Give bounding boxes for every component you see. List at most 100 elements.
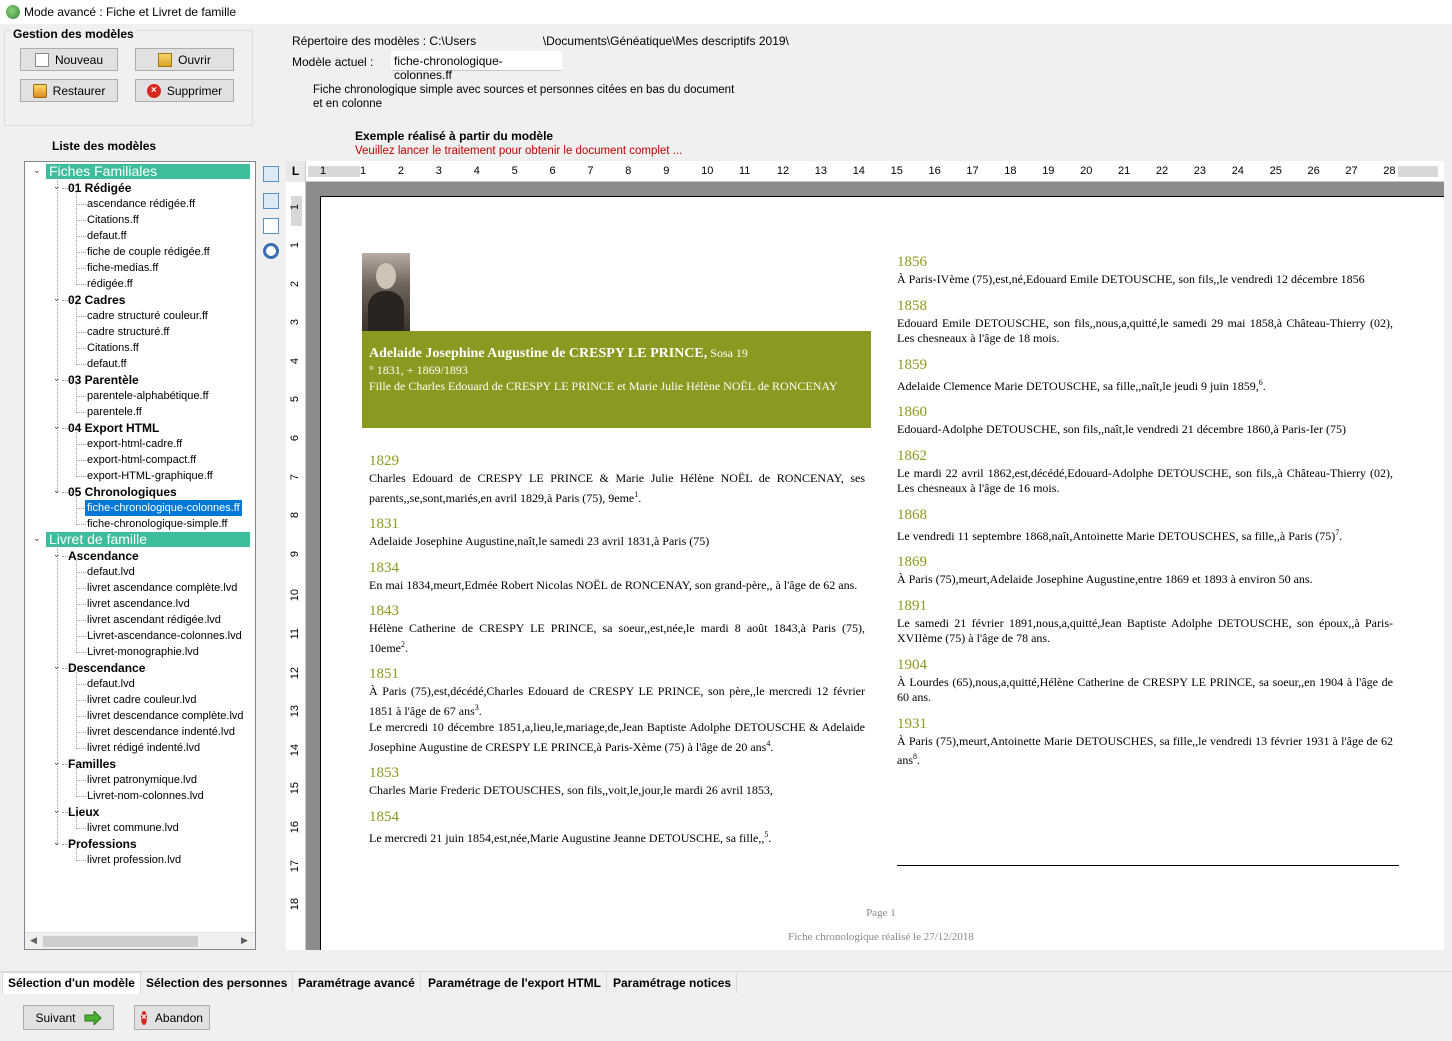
event-sentence: À Paris (75),est,décédé,Charles Edouard … [369,684,865,718]
supprimer-button[interactable]: × Supprimer [135,79,234,102]
tab-selection-modele[interactable]: Sélection d'un modèle [2,972,141,994]
expand-toggle-icon[interactable]: ⌄ [53,373,63,383]
expand-toggle-icon[interactable]: ⌄ [53,181,63,191]
event-end: . [405,640,408,655]
tree-connector [76,768,77,797]
tree-group[interactable]: Descendance [68,660,145,676]
tree-item[interactable]: parentele-alphabétique.ff [87,388,209,404]
ruler-tick: 27 [1345,165,1358,177]
expand-toggle-icon[interactable]: ⌄ [33,533,43,543]
suivant-button[interactable]: Suivant [23,1005,114,1030]
tab-selection-personnes[interactable]: Sélection des personnes [141,973,294,993]
document-preview[interactable]: Adelaide Josephine Augustine de CRESPY L… [306,182,1444,950]
tree-item[interactable]: livret descendance indenté.lvd [87,724,235,740]
tree-item[interactable]: fiche-medias.ff [87,260,158,276]
modele-label: Modèle actuel : [292,55,374,69]
tab-stop-selector[interactable]: L [286,161,306,182]
tree-item[interactable]: livret descendance complète.lvd [87,708,244,724]
tree-item[interactable]: defaut.ff [87,228,127,244]
tree-item[interactable]: export-HTML-graphique.ff [87,468,213,484]
tree-item[interactable]: cadre structuré.ff [87,324,169,340]
event-text: À Paris-IVème (75),est,né,Edouard Emile … [897,272,1393,288]
tree-item[interactable]: export-html-compact.ff [87,452,196,468]
tree-group[interactable]: 04 Export HTML [68,420,159,436]
tree-item[interactable]: Livret-ascendance-colonnes.lvd [87,628,242,644]
tree-item[interactable]: defaut.lvd [87,676,135,692]
event-text: À Paris (75),est,décédé,Charles Edouard … [369,684,865,719]
ouvrir-label: Ouvrir [178,52,211,67]
abandon-button[interactable]: × Abandon [134,1005,210,1030]
restaurer-button[interactable]: Restaurer [20,79,118,102]
tree-connector [76,732,86,733]
expand-toggle-icon[interactable]: ⌄ [53,549,63,559]
modele-field[interactable]: fiche-chronologique-colonnes.ff [391,51,562,82]
expand-toggle-icon[interactable]: ⌄ [53,421,63,431]
tree-item[interactable]: livret ascendant rédigée.lvd [87,612,221,628]
tree-item[interactable]: livret commune.lvd [87,820,179,836]
ouvrir-button[interactable]: Ouvrir [135,48,234,71]
tree-item[interactable]: defaut.ff [87,356,127,372]
tree-item[interactable]: parentele.ff [87,404,142,420]
tree-item[interactable]: livret ascendance.lvd [87,596,190,612]
expand-toggle-icon[interactable]: ⌄ [33,165,43,175]
event-text: Hélène Catherine de CRESPY LE PRINCE, sa… [369,621,865,656]
expand-toggle-icon[interactable]: ⌄ [53,293,63,303]
tree-item[interactable]: Citations.ff [87,212,139,228]
ruler-tick: 15 [289,782,301,795]
fit-page-icon[interactable] [263,218,279,234]
expand-toggle-icon[interactable]: ⌄ [53,485,63,495]
person-dates: ° 1831, + 1869/1893 [369,363,468,377]
event-year: 1853 [369,765,399,781]
tree-group[interactable]: 05 Chronologiques [68,484,177,500]
tree-item[interactable]: fiche-chronologique-simple.ff [87,516,227,532]
tree-connector [76,572,86,573]
ruler-tick: 18 [289,898,301,911]
tree-item[interactable]: ascendance rédigée.ff [87,196,195,212]
tree-item[interactable]: livret profession.lvd [87,852,181,868]
tree-item[interactable]: Livret-nom-colonnes.lvd [87,788,204,804]
cancel-icon: × [141,1010,147,1025]
tree-item[interactable]: fiche de couple rédigée.ff [87,244,210,260]
tab-export-html[interactable]: Paramétrage de l'export HTML [423,973,607,993]
expand-toggle-icon[interactable]: ⌄ [53,661,63,671]
tree-item[interactable]: Livret-monographie.lvd [87,644,199,660]
tree-group[interactable]: Professions [68,836,137,852]
fit-width-icon[interactable] [263,193,279,209]
ruler-tick: 19 [1042,165,1055,177]
tab-parametrage-avance[interactable]: Paramétrage avancé [293,973,421,993]
tree-item[interactable]: fiche-chronologique-colonnes.ff [85,500,242,516]
tree-item[interactable]: Citations.ff [87,340,139,356]
model-tree[interactable]: ⌄ Fiches Familiales ⌄ 01 Rédigée ascendance … [24,161,256,950]
ruler-tick: 14 [289,743,301,757]
tree-group[interactable]: 01 Rédigée [68,180,131,196]
scroll-thumb[interactable] [43,936,198,947]
tree-item[interactable]: rédigée.ff [87,276,133,292]
expand-toggle-icon[interactable]: ⌄ [53,837,63,847]
tree-group[interactable]: Lieux [68,804,99,820]
tree-root-fiches-familiales[interactable]: Fiches Familiales [46,164,250,179]
tree-item[interactable]: livret cadre couleur.lvd [87,692,196,708]
nouveau-button[interactable]: Nouveau [20,48,118,71]
zoom-percent-icon[interactable] [263,166,279,182]
tree-item[interactable]: cadre structuré couleur.ff [87,308,208,324]
tab-parametrage-notices[interactable]: Paramétrage notices [608,973,738,993]
tree-item[interactable]: livret rédigé indenté.lvd [87,740,200,756]
preview-scrollbar[interactable] [1444,161,1452,950]
tree-item[interactable]: livret ascendance complète.lvd [87,580,237,596]
tree-root-livret-famille[interactable]: Livret de famille [46,532,250,547]
tree-group[interactable]: 03 Parentèle [68,372,139,388]
tree-item[interactable]: livret patronymique.lvd [87,772,197,788]
tree-horizontal-scrollbar[interactable]: ◀ ▶ [25,932,255,949]
expand-toggle-icon[interactable]: ⌄ [53,805,63,815]
scroll-right-icon[interactable]: ▶ [241,935,248,946]
tree-item[interactable]: export-html-cadre.ff [87,436,182,452]
event-year: 1860 [897,404,927,420]
event-text: Le vendredi 11 septembre 1868,naît,Antoi… [897,525,1393,545]
expand-toggle-icon[interactable]: ⌄ [53,757,63,767]
tree-item[interactable]: defaut.lvd [87,564,135,580]
scroll-left-icon[interactable]: ◀ [30,935,37,946]
tree-group[interactable]: Ascendance [68,548,139,564]
settings-gear-icon[interactable] [263,243,279,259]
ruler-tick: 12 [289,666,301,679]
tree-connector [76,560,77,653]
